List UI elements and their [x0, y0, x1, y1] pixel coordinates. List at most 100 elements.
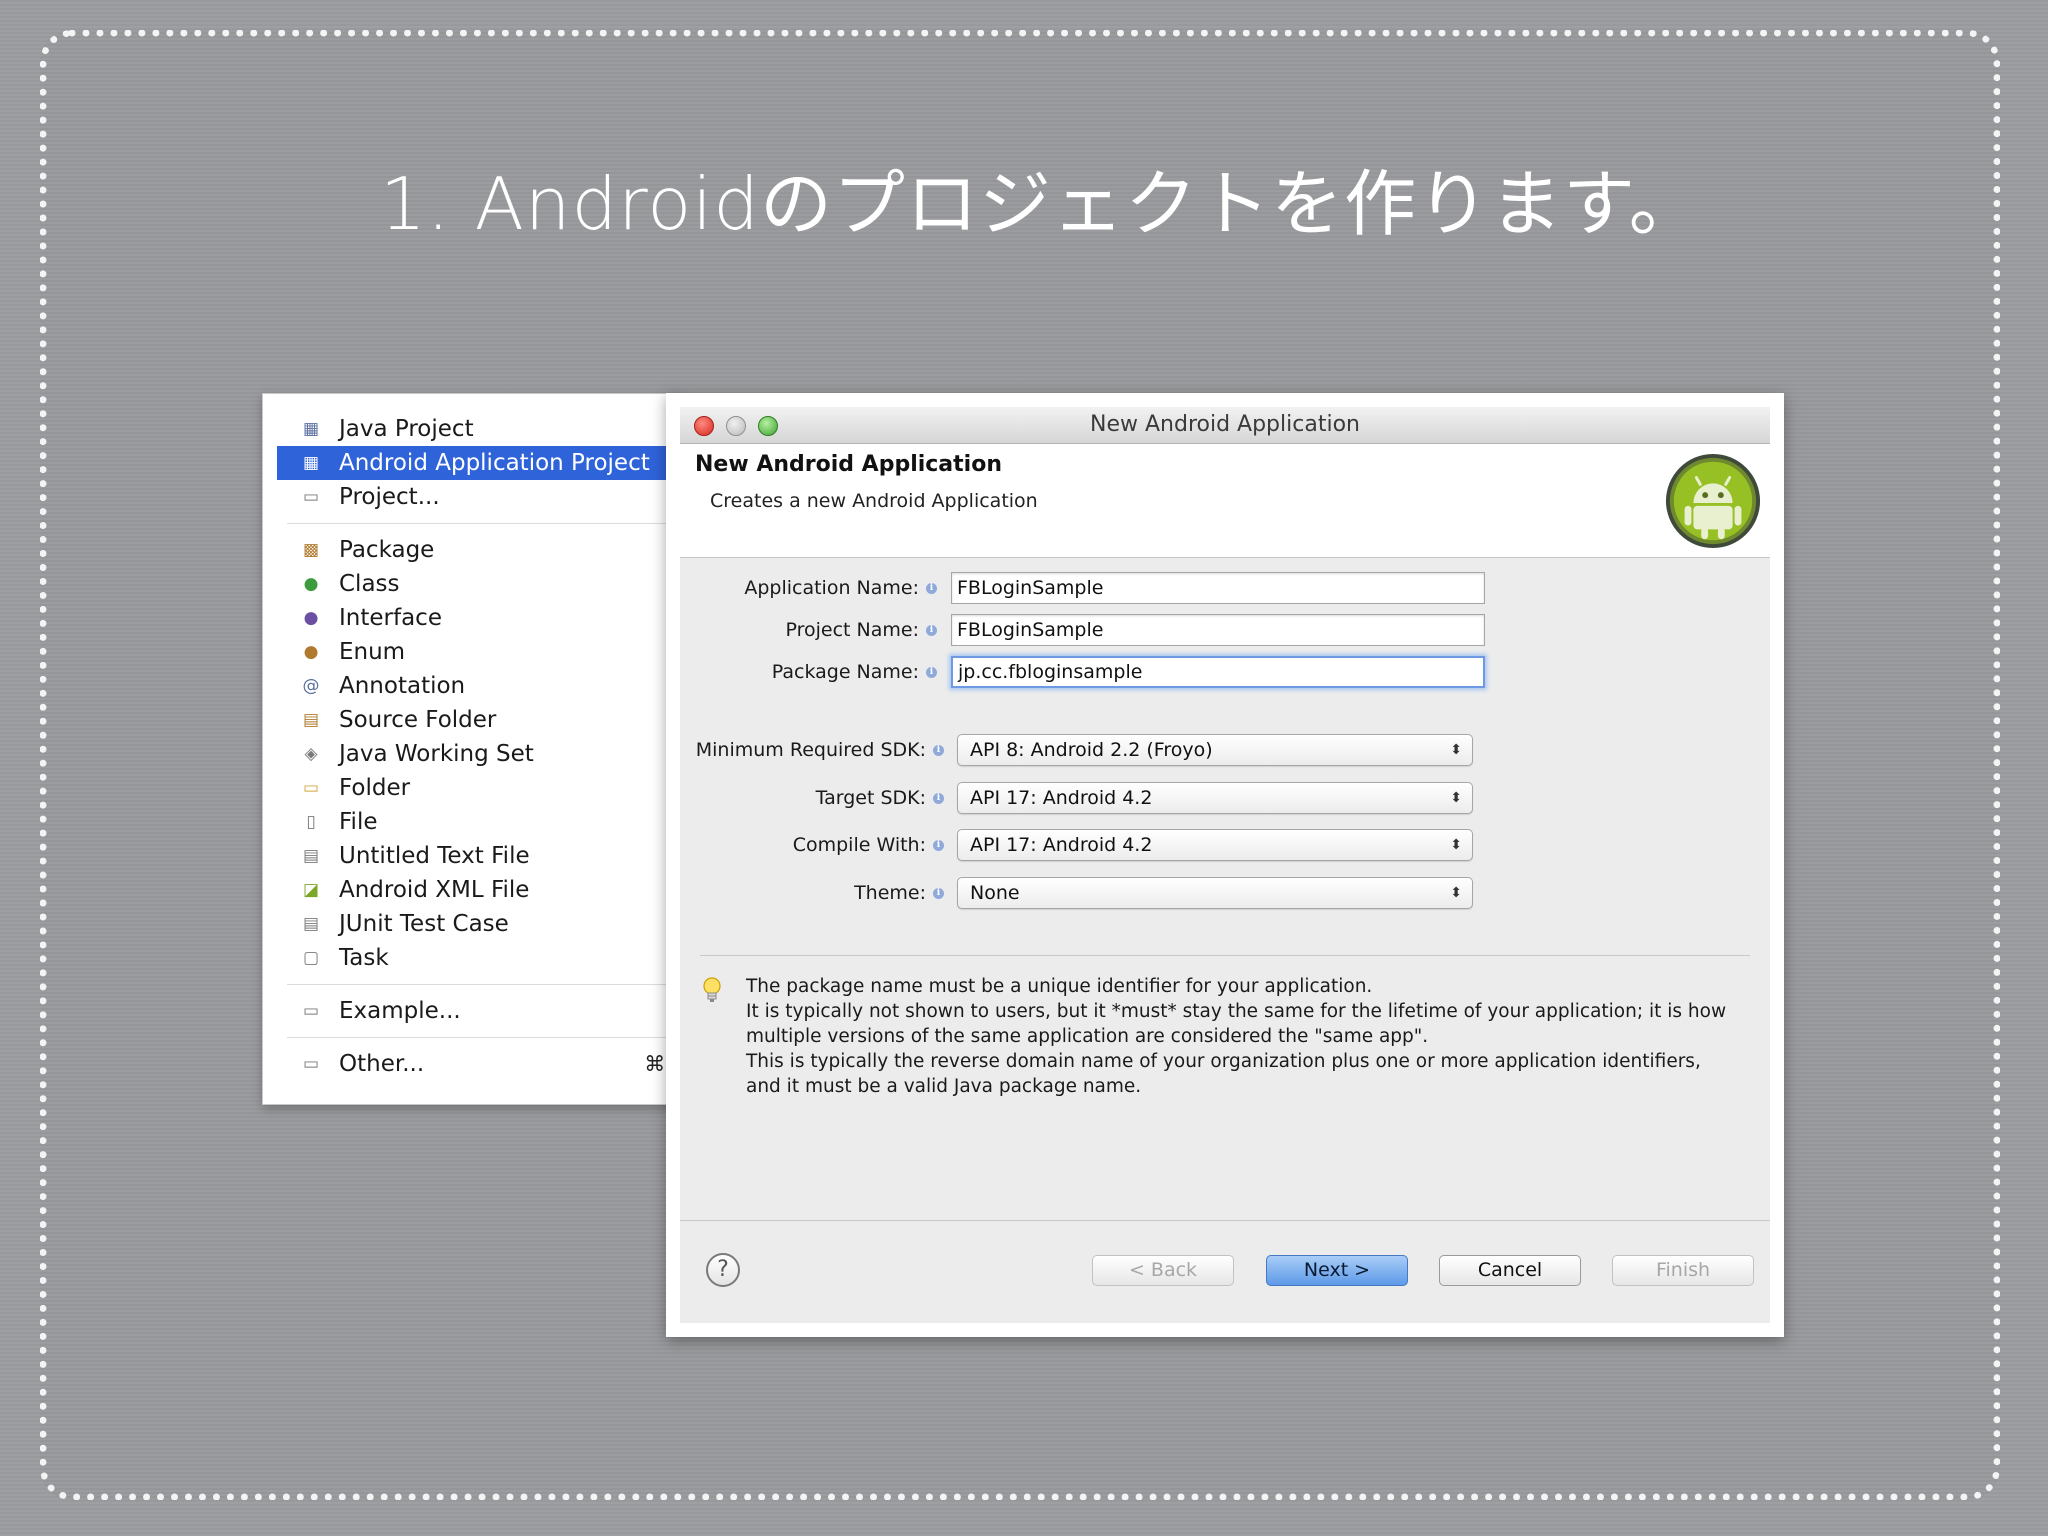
- working-set-icon: ◈: [304, 744, 318, 764]
- min-sdk-value: API 8: Android 2.2 (Froyo): [970, 739, 1213, 761]
- info-icon: i: [933, 745, 944, 756]
- window-title: New Android Application: [1090, 412, 1360, 437]
- menu-item[interactable]: ▭ Other... ⌘N: [277, 1047, 681, 1081]
- package-name-input[interactable]: jp.cc.fbloginsample: [951, 656, 1485, 688]
- class-icon: ●: [303, 574, 319, 594]
- menu-item-label: Source Folder: [339, 707, 497, 733]
- menu-item-label: Task: [339, 945, 389, 971]
- menu-item-label: Android XML File: [339, 877, 530, 903]
- menu-item[interactable]: ◈ Java Working Set: [277, 737, 681, 771]
- help-line: The package name must be a unique identi…: [746, 976, 1373, 997]
- application-name-row: Application Name: i: [680, 571, 939, 605]
- wizard-page-title: New Android Application: [695, 452, 1002, 477]
- select-arrows-icon: ⬍: [1450, 885, 1462, 901]
- menu-separator: [287, 1037, 681, 1038]
- menu-item[interactable]: ● Enum: [277, 635, 681, 669]
- finish-button[interactable]: Finish: [1612, 1255, 1754, 1286]
- back-button[interactable]: < Back: [1092, 1255, 1234, 1286]
- help-line: It is typically not shown to users, but …: [746, 1001, 1727, 1022]
- project-name-input[interactable]: FBLoginSample: [951, 614, 1485, 646]
- menu-item[interactable]: ▦ Java Project: [277, 412, 681, 446]
- menu-item[interactable]: ● Interface: [277, 601, 681, 635]
- menu-item-label: Annotation: [339, 673, 466, 699]
- android-logo-icon: [1665, 453, 1761, 549]
- menu-item-label: JUnit Test Case: [339, 911, 509, 937]
- project-name-row: Project Name: i: [680, 613, 939, 647]
- select-arrows-icon: ⬍: [1450, 742, 1462, 758]
- package-icon: ▩: [302, 540, 320, 560]
- select-arrows-icon: ⬍: [1450, 837, 1462, 853]
- compile-with-row: Compile With: i: [680, 828, 946, 862]
- wizard-form-area: Application Name: i FBLoginSample Projec…: [680, 558, 1770, 1220]
- junit-icon: ▤: [302, 914, 320, 934]
- theme-label: Theme:: [854, 882, 926, 904]
- min-sdk-row: Minimum Required SDK: i: [680, 733, 946, 767]
- menu-item[interactable]: ▭ Folder: [277, 771, 681, 805]
- compile-with-label: Compile With:: [792, 834, 926, 856]
- source-folder-icon: ▤: [302, 710, 320, 730]
- menu-item[interactable]: ▦ Android Application Project: [277, 446, 681, 480]
- menu-item-label: Package: [339, 537, 435, 563]
- menu-item-label: Untitled Text File: [339, 843, 530, 869]
- menu-item-label: Enum: [339, 639, 406, 665]
- menu-item-label: Java Project: [339, 416, 474, 442]
- text-file-icon: ▤: [302, 846, 320, 866]
- lightbulb-icon: [703, 977, 721, 1002]
- java-project-icon: ▦: [302, 419, 320, 439]
- target-sdk-value: API 17: Android 4.2: [970, 787, 1153, 809]
- min-sdk-label: Minimum Required SDK:: [695, 739, 926, 761]
- menu-separator: [287, 984, 681, 985]
- menu-item[interactable]: ▢ Task: [277, 941, 681, 975]
- menu-item-label: Example...: [339, 998, 461, 1024]
- target-sdk-select[interactable]: API 17: Android 4.2 ⬍: [957, 782, 1473, 814]
- info-icon: i: [926, 667, 937, 678]
- menu-item[interactable]: ▩ Package: [277, 533, 681, 567]
- info-icon: i: [926, 625, 937, 636]
- menu-item[interactable]: ● Class: [277, 567, 681, 601]
- next-button[interactable]: Next >: [1266, 1255, 1408, 1286]
- file-icon: ▯: [306, 812, 316, 832]
- menu-item[interactable]: ▭ Example...: [277, 994, 681, 1028]
- info-icon: i: [926, 583, 937, 594]
- menu-separator: [287, 523, 681, 524]
- theme-value: None: [970, 882, 1020, 904]
- menu-item-label: File: [339, 809, 378, 835]
- menu-item-label: Class: [339, 571, 400, 597]
- new-android-application-dialog: New Android Application New Android Appl…: [666, 393, 1784, 1337]
- menu-item-label: Folder: [339, 775, 411, 801]
- folder-icon: ▭: [302, 778, 320, 798]
- info-icon: i: [933, 793, 944, 804]
- menu-item[interactable]: ▤ Untitled Text File: [277, 839, 681, 873]
- menu-item-label: Other...: [339, 1051, 425, 1077]
- target-sdk-row: Target SDK: i: [680, 781, 946, 815]
- menu-item[interactable]: ◪ Android XML File: [277, 873, 681, 907]
- help-line: and it must be a valid Java package name…: [746, 1076, 1142, 1097]
- slide-title: 1. Androidのプロジェクトを作ります。: [380, 162, 1702, 246]
- menu-item[interactable]: ▯ File: [277, 805, 681, 839]
- menu-item[interactable]: @ Annotation: [277, 669, 681, 703]
- cancel-button[interactable]: Cancel: [1439, 1255, 1581, 1286]
- theme-select[interactable]: None ⬍: [957, 877, 1473, 909]
- other-icon: ▭: [302, 1054, 320, 1074]
- help-button[interactable]: ?: [706, 1253, 740, 1287]
- interface-icon: ●: [303, 608, 319, 628]
- menu-item[interactable]: ▤ JUnit Test Case: [277, 907, 681, 941]
- dialog-titlebar[interactable]: New Android Application: [680, 407, 1770, 444]
- package-name-help-text: The package name must be a unique identi…: [746, 974, 1746, 1099]
- help-line: This is typically the reverse domain nam…: [746, 1051, 1701, 1072]
- info-separator: [700, 955, 1750, 956]
- menu-item[interactable]: ▤ Source Folder: [277, 703, 681, 737]
- menu-item[interactable]: ▭ Project...: [277, 480, 681, 514]
- menu-item-label: Interface: [339, 605, 442, 631]
- select-arrows-icon: ⬍: [1450, 790, 1462, 806]
- info-icon: i: [933, 888, 944, 899]
- theme-row: Theme: i: [680, 876, 946, 910]
- min-sdk-select[interactable]: API 8: Android 2.2 (Froyo) ⬍: [957, 734, 1473, 766]
- menu-item-label: Android Application Project: [339, 450, 650, 476]
- project-name-label: Project Name:: [785, 619, 919, 641]
- annotation-icon: @: [302, 676, 320, 696]
- target-sdk-label: Target SDK:: [815, 787, 926, 809]
- menu-item-label: Java Working Set: [339, 741, 534, 767]
- application-name-input[interactable]: FBLoginSample: [951, 572, 1485, 604]
- compile-with-select[interactable]: API 17: Android 4.2 ⬍: [957, 829, 1473, 861]
